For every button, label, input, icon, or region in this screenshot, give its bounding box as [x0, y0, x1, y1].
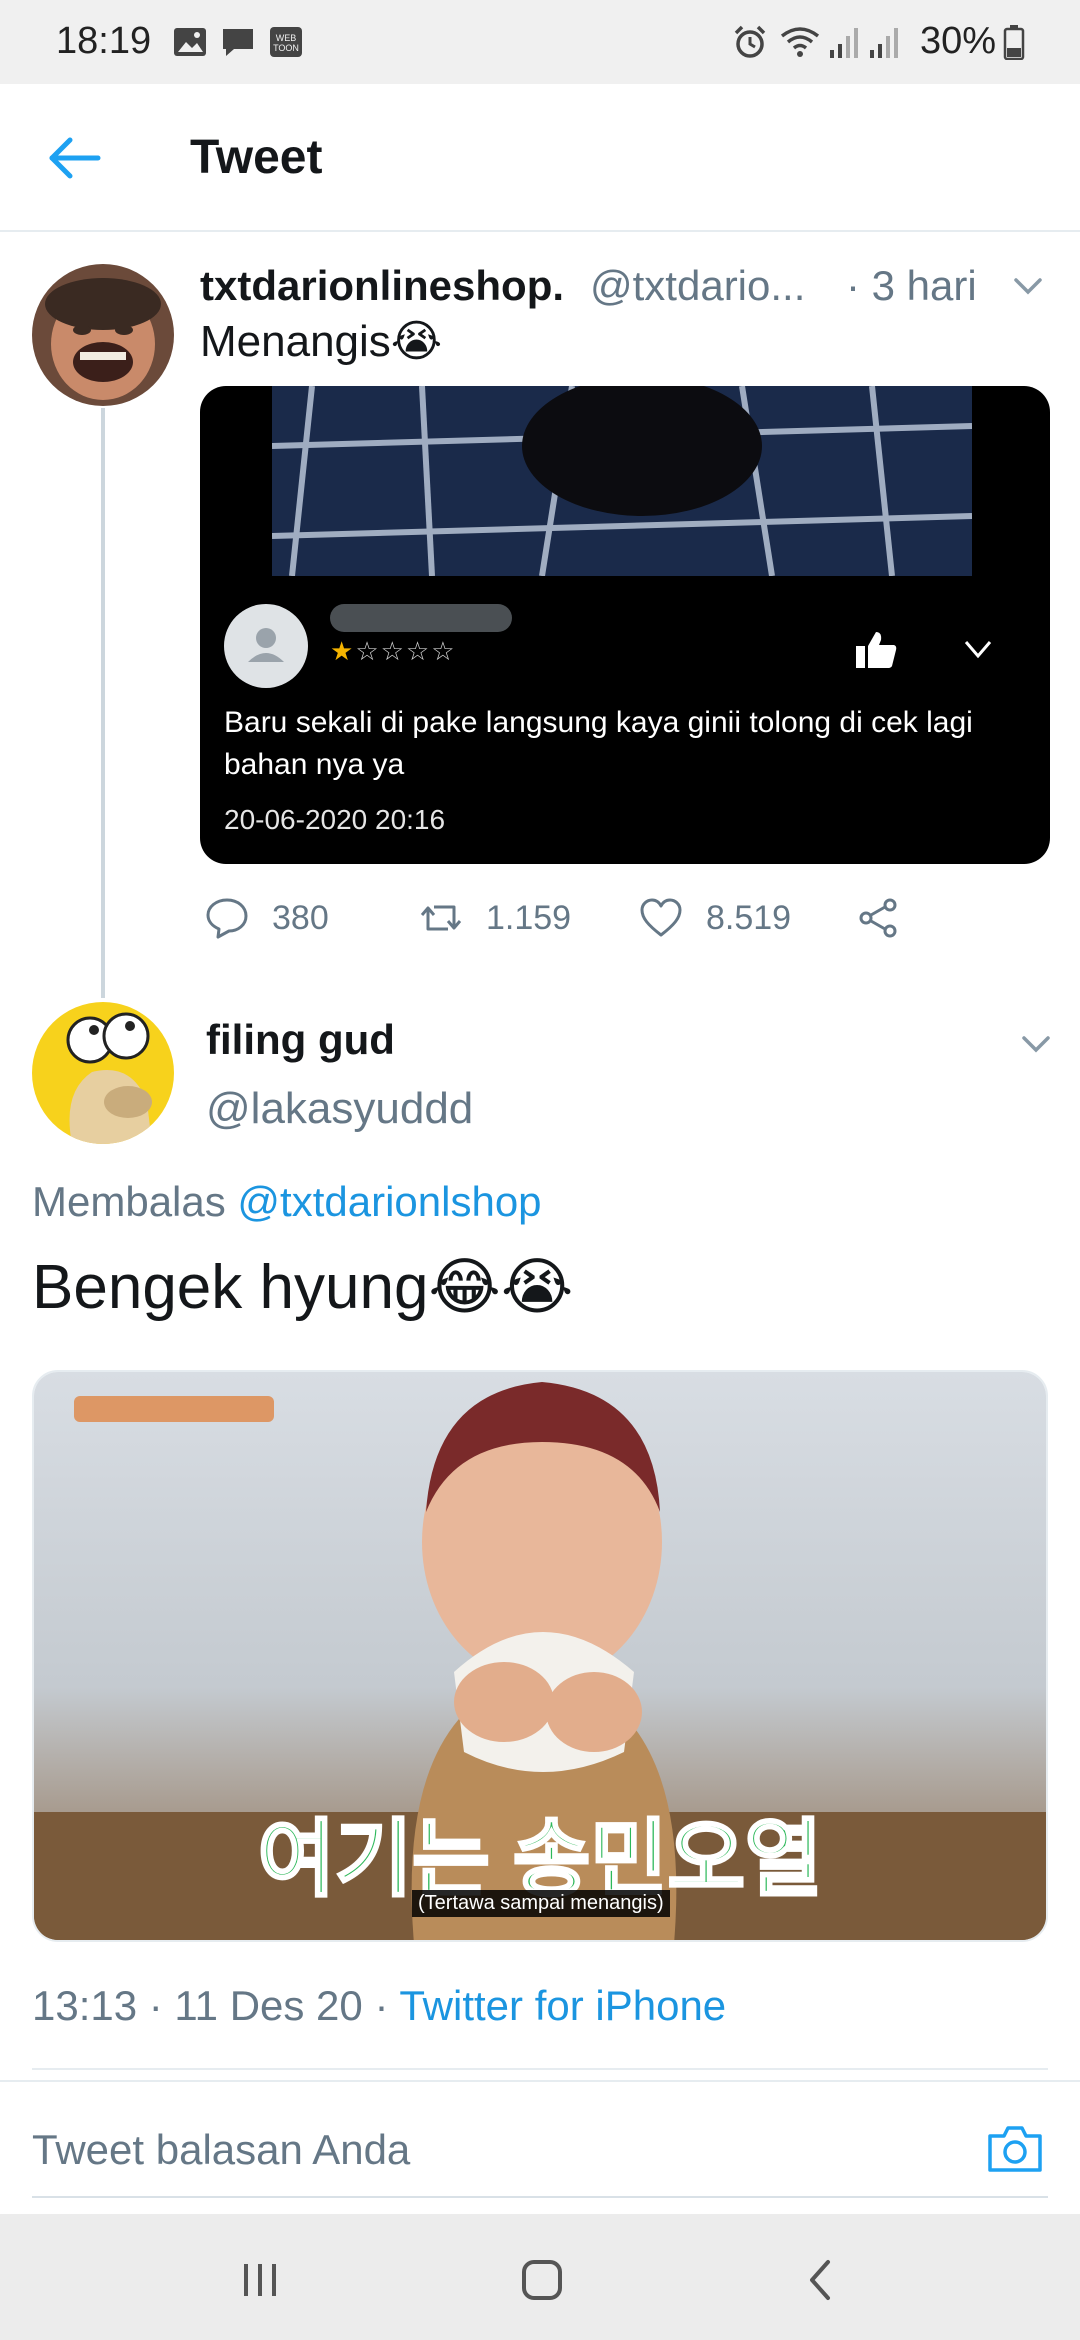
status-bar: 18:19 WEB TOON 30% [0, 0, 1080, 84]
back-icon[interactable] [792, 2256, 852, 2304]
like-count: 8.519 [706, 898, 792, 937]
tweet-source-link[interactable]: Twitter for iPhone [399, 1982, 726, 2029]
tweet-text: Bengek hyung😂😭 [32, 1253, 574, 1322]
signal-icon [870, 28, 898, 58]
avatar-image [32, 264, 174, 406]
tweet-time: · 3 hari [846, 262, 977, 309]
reply-button[interactable]: 380 [204, 892, 329, 944]
mention-link[interactable]: @txtdarionlshop [237, 1178, 541, 1225]
header: Tweet [0, 84, 1080, 232]
reviewer-avatar [224, 604, 308, 688]
alarm-icon [734, 25, 766, 58]
retweet-button[interactable]: 1.159 [418, 892, 571, 944]
tweet-author-name[interactable]: txtdarionlineshop. [200, 262, 564, 310]
arrow-left-icon[interactable] [40, 128, 110, 188]
tweet-author-name[interactable]: filing gud [206, 1016, 395, 1064]
recent-apps-icon[interactable] [230, 2256, 290, 2304]
tweet-actions: 380 1.159 8.519 [200, 892, 960, 944]
reply-count: 380 [272, 898, 329, 937]
page-title: Tweet [190, 131, 323, 184]
review-text: Baru sekali di pake langsung kaya ginii … [224, 706, 973, 781]
tweet-author-handle[interactable]: @txtdario... [590, 262, 805, 310]
thumbs-up-icon [856, 632, 897, 668]
reply-bar: Tweet balasan Anda [0, 2080, 1080, 2198]
like-button[interactable]: 8.519 [638, 892, 791, 944]
camera-icon[interactable] [986, 2122, 1044, 2174]
battery-icon [1003, 25, 1025, 60]
tweet-timestamp: 13:13 · 11 Des 20 · [32, 1982, 400, 2029]
tweet-media[interactable]: ★☆☆☆☆ Baru sekali di pake langsung kaya … [200, 386, 1050, 864]
heart-icon [640, 898, 682, 937]
video-subtitle: (Tertawa sampai menangis) [412, 1890, 670, 1917]
replying-to-label: Membalas [32, 1178, 238, 1225]
message-icon [223, 29, 253, 56]
avatar-image [32, 1002, 174, 1144]
tweet-meta: 13:13 · 11 Des 20 · Twitter for iPhone [32, 1982, 726, 2030]
wifi-icon [780, 27, 820, 57]
chevron-down-icon[interactable] [1008, 268, 1048, 304]
thread-line [101, 408, 105, 998]
reply-icon [206, 898, 248, 939]
battery-percent: 30% [920, 20, 997, 62]
status-time: 18:19 [56, 20, 152, 62]
navigation-bar [0, 2214, 1080, 2340]
replying-to: Membalas @txtdarionlshop [32, 1178, 542, 1226]
user-icon [248, 628, 284, 662]
home-icon[interactable] [512, 2256, 572, 2304]
avatar[interactable] [32, 264, 174, 406]
reply-input[interactable]: Tweet balasan Anda [32, 2126, 410, 2174]
share-icon [859, 898, 897, 938]
rating-stars: ★☆☆☆☆ [330, 636, 457, 666]
webtoon-icon: WEB TOON [270, 27, 302, 57]
gallery-icon [174, 28, 206, 56]
tweet-author-handle[interactable]: @lakasyuddd [206, 1084, 473, 1134]
chevron-down-icon [964, 641, 992, 659]
tweet-media[interactable]: 여기는 송민오열 (Tertawa sampai menangis) [32, 1370, 1048, 1942]
avatar[interactable] [32, 1002, 174, 1144]
reply-input-underline [32, 2196, 1048, 2198]
review-date: 20-06-2020 20:16 [224, 804, 446, 835]
retweet-count: 1.159 [486, 898, 572, 937]
tweet-text: Menangis😭 [200, 317, 443, 366]
media-photo [272, 386, 972, 576]
retweet-icon [420, 905, 462, 931]
svg-text:TOON: TOON [273, 43, 299, 53]
svg-text:WEB: WEB [276, 33, 297, 43]
reviewer-name-redacted [330, 604, 512, 632]
share-button[interactable] [856, 892, 902, 944]
chevron-down-icon[interactable] [1016, 1026, 1056, 1062]
signal-icon [830, 28, 858, 58]
divider [32, 2068, 1048, 2070]
